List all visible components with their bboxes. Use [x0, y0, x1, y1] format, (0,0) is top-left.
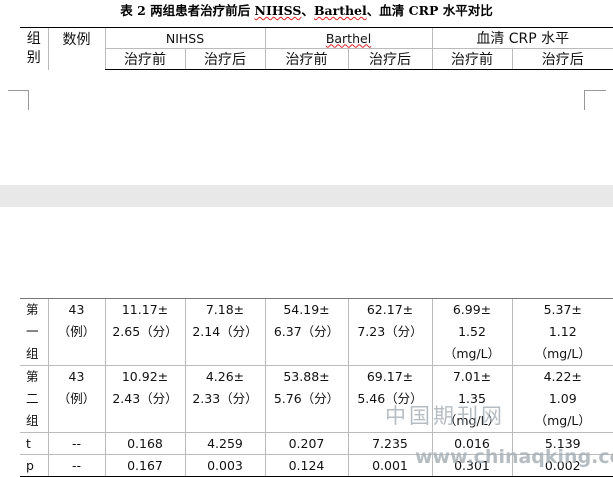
title-barthel: Barthel [313, 3, 367, 18]
header-barthel-before: 治疗前 [264, 48, 348, 70]
header-barthel-after: 治疗后 [347, 48, 432, 70]
cell-nihss-before: 0.168 [104, 432, 185, 455]
page-corner-mark-right-h [584, 90, 606, 91]
header-count: 数例 [47, 27, 105, 70]
header-group: 组 别 [20, 27, 48, 70]
cell-nihss-after: 7.18± 2.14（分） [184, 298, 265, 366]
cell-count: -- [47, 432, 105, 455]
header-nihss-before: 治疗前 [104, 48, 185, 70]
page-corner-mark-left-h [8, 90, 29, 91]
watermark-logo-text: 中国期刊网 [385, 404, 505, 428]
header-nihss: NIHSS [104, 27, 265, 49]
page-corner-mark-left-v [28, 90, 29, 110]
cell-nihss-before: 10.92± 2.43（分） [104, 365, 185, 433]
title-nihss: NIHSS [254, 3, 302, 18]
cell-group: p [20, 454, 48, 477]
cell-nihss-after: 4.259 [184, 432, 265, 455]
table-row: 第 二 组 43 （例） 10.92± 2.43（分） 4.26± 2.33（分… [20, 365, 613, 433]
page-break-band [0, 185, 613, 207]
cell-nihss-before: 0.167 [104, 454, 185, 477]
cell-nihss-after: 4.26± 2.33（分） [184, 365, 265, 433]
cell-barthel-before: 53.88± 5.76（分） [264, 365, 348, 433]
cell-group: t [20, 432, 48, 455]
header-crp-before: 治疗前 [431, 48, 512, 70]
table-header: 组 别 数例 NIHSS Barthel 血清 CRP 水平 治疗前 治疗后 治… [20, 27, 613, 70]
header-barthel: Barthel [264, 27, 432, 49]
header-barthel-label: Barthel [325, 30, 372, 46]
cell-barthel-before: 54.19± 6.37（分） [264, 298, 348, 366]
table-row: 第 一 组 43 （例） 11.17± 2.65（分） 7.18± 2.14（分… [20, 298, 613, 366]
cell-barthel-before: 0.124 [264, 454, 348, 477]
cell-barthel-before: 0.207 [264, 432, 348, 455]
cell-count: 43 （例） [47, 298, 105, 366]
header-crp-after: 治疗后 [511, 48, 613, 70]
header-crp: 血清 CRP 水平 [431, 27, 613, 49]
title-sep: 、 [301, 3, 314, 18]
cell-group: 第 一 组 [20, 298, 48, 366]
cell-crp-after: 4.22± 1.09 （mg/L） [511, 365, 613, 433]
cell-barthel-after: 62.17± 7.23（分） [347, 298, 432, 366]
cell-crp-before: 6.99± 1.52 （mg/L） [431, 298, 512, 366]
title-suffix: 、血清 CRP 水平对比 [366, 3, 493, 18]
cell-nihss-before: 11.17± 2.65（分） [104, 298, 185, 366]
table-title: 表 2 两组患者治疗前后 NIHSS、Barthel、血清 CRP 水平对比 [0, 0, 613, 22]
cell-crp-after: 5.37± 1.12 （mg/L） [511, 298, 613, 366]
cell-nihss-after: 0.003 [184, 454, 265, 477]
page-corner-mark-right-v [584, 90, 585, 110]
cell-count: 43 （例） [47, 365, 105, 433]
cell-count: -- [47, 454, 105, 477]
cell-group: 第 二 组 [20, 365, 48, 433]
title-prefix: 表 2 两组患者治疗前后 [120, 3, 255, 18]
watermark-url: www.chinaqking.com [415, 446, 613, 468]
header-nihss-after: 治疗后 [184, 48, 265, 70]
